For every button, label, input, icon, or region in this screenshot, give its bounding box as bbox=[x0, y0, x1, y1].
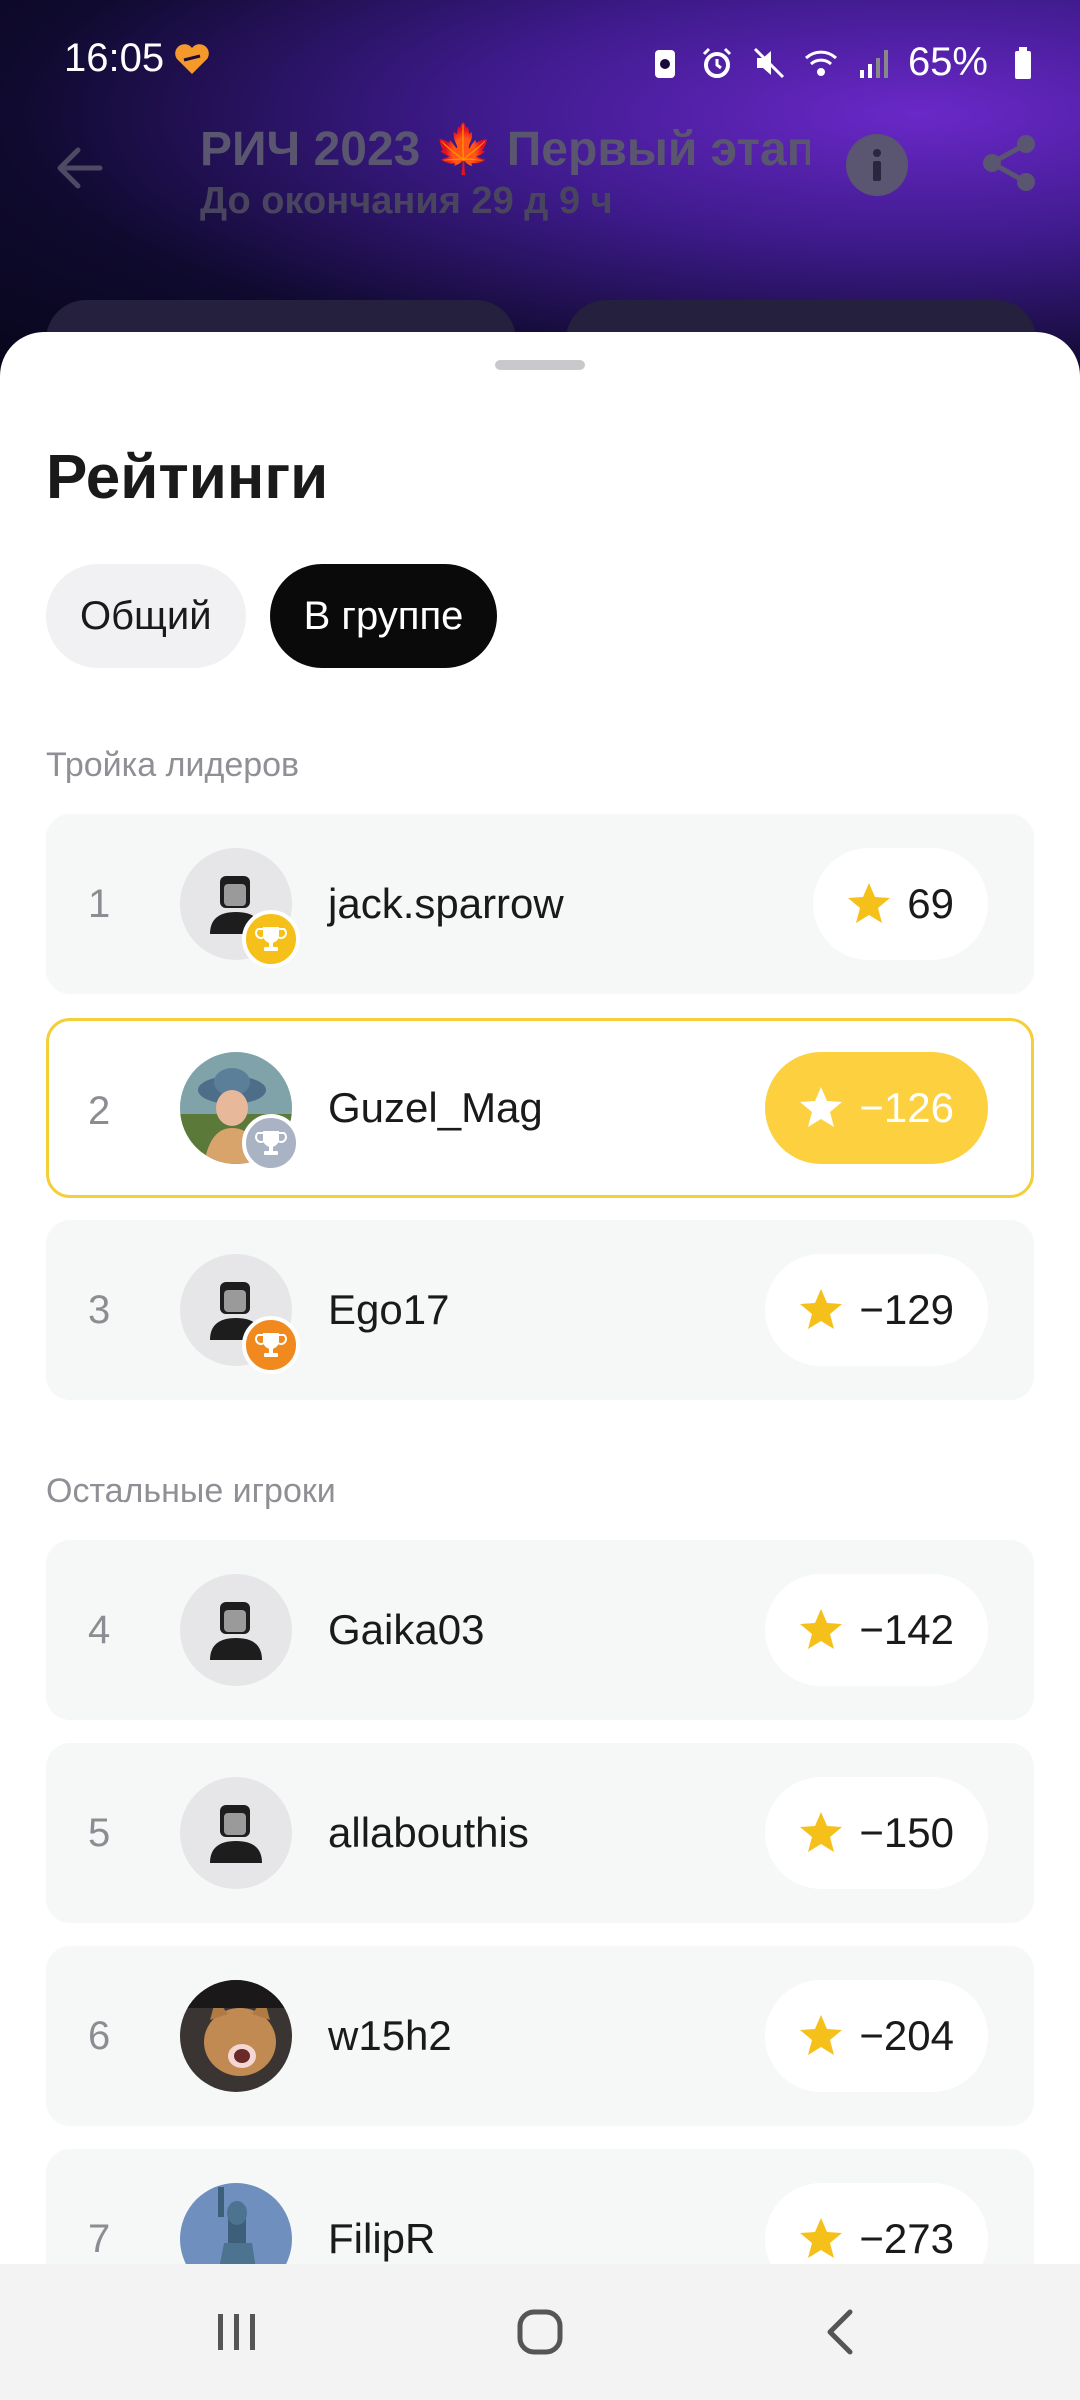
rank-number: 7 bbox=[88, 2216, 111, 2261]
trophy-icon bbox=[255, 1131, 287, 1155]
avatar bbox=[180, 2183, 292, 2264]
status-time: 16:05 bbox=[64, 36, 165, 80]
trophy-gold-badge bbox=[242, 910, 300, 968]
star-icon bbox=[800, 2015, 843, 2055]
default-user-icon bbox=[210, 1602, 262, 1660]
rank-number: 5 bbox=[88, 1810, 111, 1855]
rank-number: 1 bbox=[88, 881, 111, 926]
trophy-icon bbox=[255, 1333, 287, 1357]
leader-row-current-user[interactable]: 2 Guzel_Mag −126 bbox=[46, 1018, 1034, 1198]
info-button[interactable] bbox=[846, 134, 908, 196]
trophy-silver-badge bbox=[242, 1114, 300, 1172]
star-icon bbox=[800, 1289, 843, 1329]
avatar bbox=[180, 1052, 300, 1172]
rank-number: 3 bbox=[88, 1287, 111, 1332]
score-badge: −129 bbox=[765, 1254, 988, 1366]
rank-number: 6 bbox=[88, 2013, 111, 2058]
score-badge: −204 bbox=[765, 1980, 988, 2092]
score-value: −126 bbox=[859, 1084, 954, 1131]
score-badge: −150 bbox=[765, 1777, 988, 1889]
leader-row[interactable]: 3 Ego17 −129 bbox=[46, 1220, 1034, 1400]
username: FilipR bbox=[328, 2215, 436, 2262]
sheet-title: Рейтинги bbox=[46, 443, 329, 512]
score-badge: −273 bbox=[765, 2183, 988, 2264]
avatar bbox=[180, 1980, 292, 2092]
username: Guzel_Mag bbox=[328, 1084, 543, 1131]
sheet-grabber[interactable] bbox=[495, 360, 585, 370]
signal-icon bbox=[859, 49, 888, 78]
page-title: РИЧ 2023 🍁 Первый этап bbox=[200, 123, 810, 176]
battery-percent: 65% bbox=[907, 40, 988, 84]
trophy-icon bbox=[255, 927, 287, 951]
back-icon[interactable] bbox=[812, 2302, 872, 2362]
system-nav-bar bbox=[0, 2264, 1080, 2400]
score-value: −129 bbox=[859, 1286, 954, 1333]
score-value: 69 bbox=[907, 880, 954, 927]
avatar bbox=[180, 1254, 300, 1374]
username: jack.sparrow bbox=[328, 880, 564, 927]
player-row[interactable]: 7 FilipR −273 bbox=[46, 2149, 1034, 2264]
tab-general[interactable]: Общий bbox=[46, 564, 246, 668]
star-icon bbox=[800, 1609, 843, 1649]
battery-icon bbox=[1015, 46, 1031, 79]
ratings-sheet: Рейтинги Общий В группе Тройка лидеров 1 bbox=[0, 332, 1080, 2264]
username: w15h2 bbox=[328, 2012, 452, 2059]
mute-icon bbox=[753, 47, 784, 78]
default-user-icon bbox=[210, 1805, 262, 1863]
username: Gaika03 bbox=[328, 1606, 485, 1653]
recent-apps-icon[interactable] bbox=[206, 2302, 266, 2362]
battery-saver-icon bbox=[654, 49, 675, 78]
star-icon bbox=[800, 1087, 843, 1127]
page-subtitle: До окончания 29 д 9 ч bbox=[200, 180, 613, 222]
score-value: −204 bbox=[859, 2012, 954, 2059]
username: Ego17 bbox=[328, 1286, 450, 1333]
player-row[interactable]: 6 w15h2 −204 bbox=[46, 1946, 1034, 2126]
player-row[interactable]: 4 Gaika03 −142 bbox=[46, 1540, 1034, 1720]
heart-app-icon bbox=[175, 44, 209, 74]
back-arrow-icon[interactable] bbox=[50, 138, 110, 198]
home-icon[interactable] bbox=[510, 2302, 570, 2362]
rank-number: 4 bbox=[88, 1607, 111, 1652]
score-value: −150 bbox=[859, 1809, 954, 1856]
info-icon bbox=[847, 135, 907, 195]
wifi-icon bbox=[804, 50, 837, 76]
user-photo bbox=[180, 2183, 292, 2264]
score-badge: −142 bbox=[765, 1574, 988, 1686]
player-row[interactable]: 5 allabouthis −150 bbox=[46, 1743, 1034, 1923]
status-icons: 65% bbox=[648, 40, 1040, 85]
status-bar: 16:05 65% bbox=[0, 0, 1080, 120]
score-badge: 69 bbox=[813, 848, 988, 960]
star-icon bbox=[800, 1812, 843, 1852]
avatar bbox=[180, 1777, 292, 1889]
rank-number: 2 bbox=[88, 1088, 111, 1133]
trophy-bronze-badge bbox=[242, 1316, 300, 1374]
score-value: −142 bbox=[859, 1606, 954, 1653]
avatar bbox=[180, 1574, 292, 1686]
user-photo bbox=[180, 1980, 292, 2092]
score-value: −273 bbox=[859, 2215, 954, 2262]
header-nav: РИЧ 2023 🍁 Первый этап До окончания 29 д… bbox=[0, 120, 1080, 222]
others-section-label: Остальные игроки bbox=[46, 1472, 336, 1510]
username: allabouthis bbox=[328, 1809, 529, 1856]
rating-tabs: Общий В группе bbox=[46, 564, 498, 668]
star-icon bbox=[800, 2218, 843, 2258]
leader-row[interactable]: 1 jack.sparrow 69 bbox=[46, 814, 1034, 994]
tab-in-group[interactable]: В группе bbox=[269, 564, 498, 668]
star-icon bbox=[848, 883, 891, 923]
leaders-section-label: Тройка лидеров bbox=[46, 746, 300, 784]
share-icon[interactable] bbox=[978, 132, 1040, 194]
score-badge: −126 bbox=[765, 1052, 988, 1164]
avatar bbox=[180, 848, 300, 968]
alarm-icon bbox=[702, 47, 731, 78]
